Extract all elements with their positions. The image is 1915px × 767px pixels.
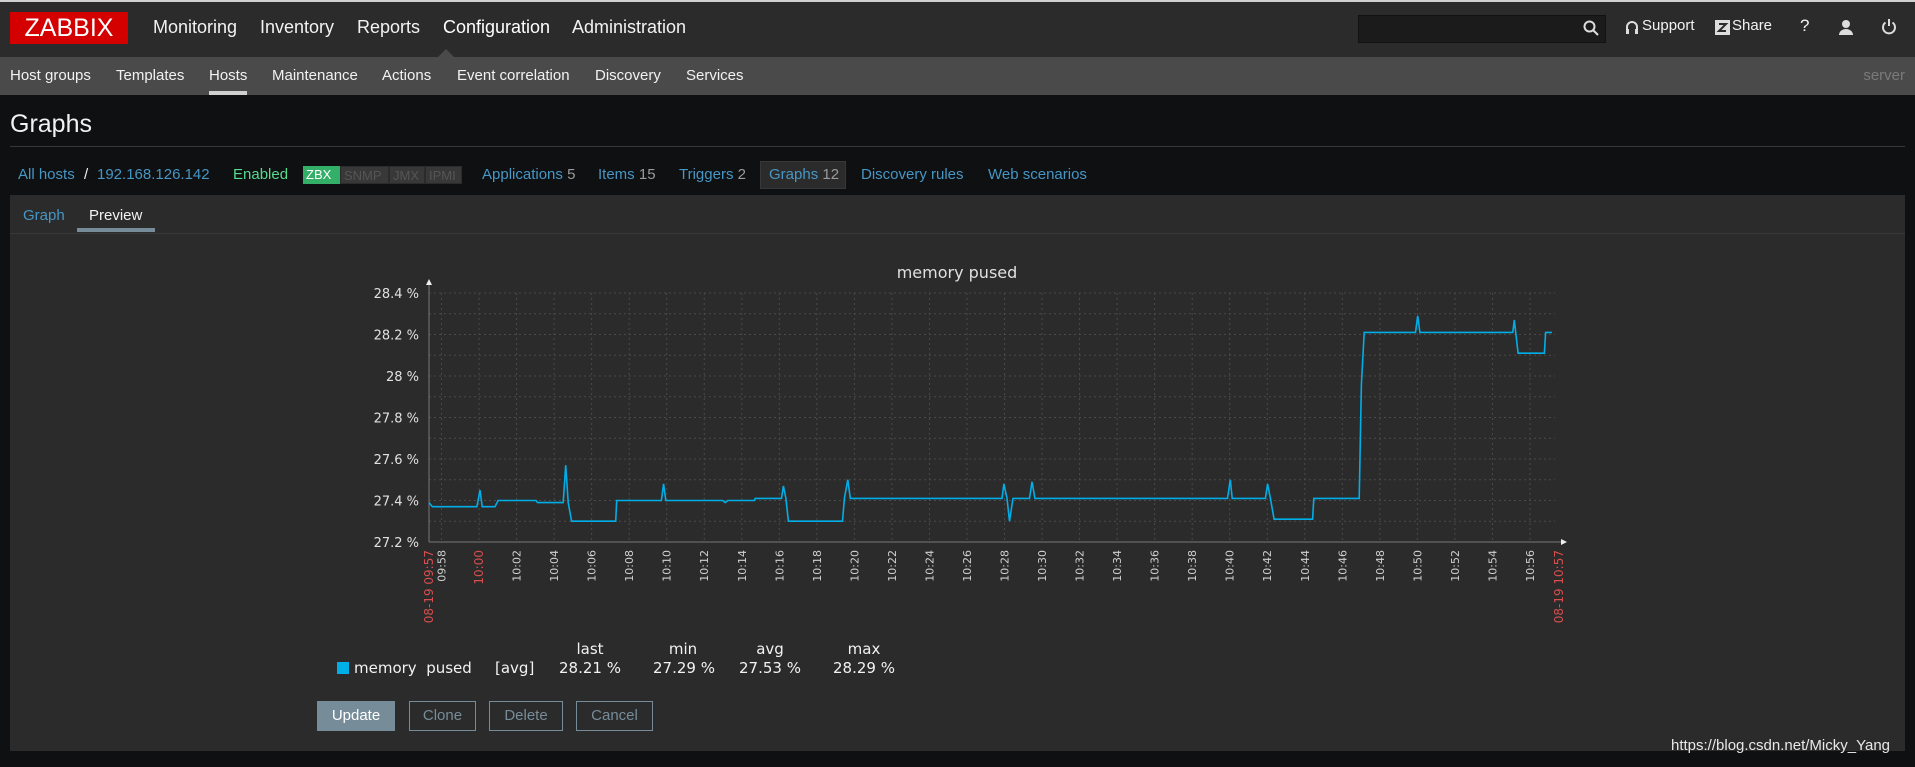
- legend-header-min: min: [668, 640, 698, 658]
- x-tick-label: 10:24: [923, 550, 936, 582]
- legend-value-last: 28.21 %: [559, 659, 621, 677]
- legend-header-last: last: [576, 640, 604, 658]
- x-tick-label: 10:52: [1449, 550, 1462, 582]
- chart-axes: [426, 279, 1567, 545]
- y-tick-label: 27.4 %: [374, 495, 419, 510]
- x-tick-label: 10:32: [1074, 550, 1087, 582]
- y-tick-label: 28.2 %: [374, 329, 419, 344]
- x-tick-label: 10:54: [1486, 550, 1499, 582]
- series-line-memory-pused: [428, 315, 1552, 523]
- legend-function: [avg]: [495, 659, 535, 677]
- y-tick-label: 27.2 %: [374, 536, 419, 551]
- x-tick-label: 10:56: [1524, 550, 1537, 582]
- chart-grid: [429, 292, 1555, 542]
- x-tick-label: 10:02: [511, 550, 524, 582]
- y-tick-label: 27.6 %: [374, 453, 419, 468]
- chart-title: memory pused: [897, 263, 1018, 282]
- x-tick-label: 10:16: [773, 550, 786, 582]
- legend-value-min: 27.29 %: [653, 659, 715, 677]
- x-tick-label: 10:10: [661, 550, 674, 582]
- x-tick-label: 10:40: [1224, 550, 1237, 582]
- legend-value-max: 28.29 %: [833, 659, 895, 677]
- update-button[interactable]: Update: [317, 701, 395, 731]
- x-tick-label: 10:22: [886, 550, 899, 582]
- cancel-button[interactable]: Cancel: [576, 701, 653, 731]
- x-start-label: 08-19 09:57: [422, 550, 436, 623]
- legend-color-swatch: [337, 662, 349, 674]
- y-tick-label: 28.4 %: [374, 287, 419, 302]
- x-tick-label: 10:36: [1149, 550, 1162, 582]
- x-tick-label: 10:08: [623, 550, 636, 582]
- legend-value-avg: 27.53 %: [739, 659, 801, 677]
- y-axis-arrow-icon: [426, 279, 432, 285]
- x-tick-label: 10:00: [472, 550, 486, 585]
- y-tick-label: 27.8 %: [374, 412, 419, 427]
- x-end-label: 08-19 10:57: [1552, 550, 1566, 623]
- x-tick-label: 10:28: [999, 550, 1012, 582]
- x-tick-label: 10:38: [1186, 550, 1199, 582]
- x-tick-label: 09:58: [436, 550, 449, 582]
- x-tick-label: 10:26: [961, 550, 974, 582]
- x-tick-label: 10:06: [586, 550, 599, 582]
- x-tick-label: 10:50: [1411, 550, 1424, 582]
- x-tick-label: 10:12: [698, 550, 711, 582]
- clone-button[interactable]: Clone: [409, 701, 476, 731]
- delete-button[interactable]: Delete: [489, 701, 563, 731]
- x-tick-label: 10:34: [1111, 550, 1124, 582]
- x-tick-label: 10:44: [1299, 550, 1312, 582]
- legend-header-max: max: [847, 640, 881, 658]
- x-tick-label: 10:30: [1036, 550, 1049, 582]
- x-tick-label: 10:18: [811, 550, 824, 582]
- watermark: https://blog.csdn.net/Micky_Yang: [1671, 737, 1891, 754]
- x-axis-arrow-icon: [1561, 539, 1567, 545]
- x-tick-label: 10:48: [1374, 550, 1387, 582]
- x-tick-label: 10:46: [1336, 550, 1349, 582]
- x-tick-label: 10:20: [848, 550, 861, 582]
- y-tick-label: 28 %: [386, 370, 419, 385]
- x-tick-label: 10:42: [1261, 550, 1274, 582]
- x-tick-label: 10:14: [736, 550, 749, 582]
- legend-header-avg: avg: [756, 640, 784, 658]
- legend-series-name: memory pused: [354, 659, 472, 677]
- memory-graph: memory pused 27.2 % 27.4 % 27.6 % 27.8 % 28 …: [374, 263, 1567, 623]
- x-tick-label: 10:04: [548, 550, 561, 582]
